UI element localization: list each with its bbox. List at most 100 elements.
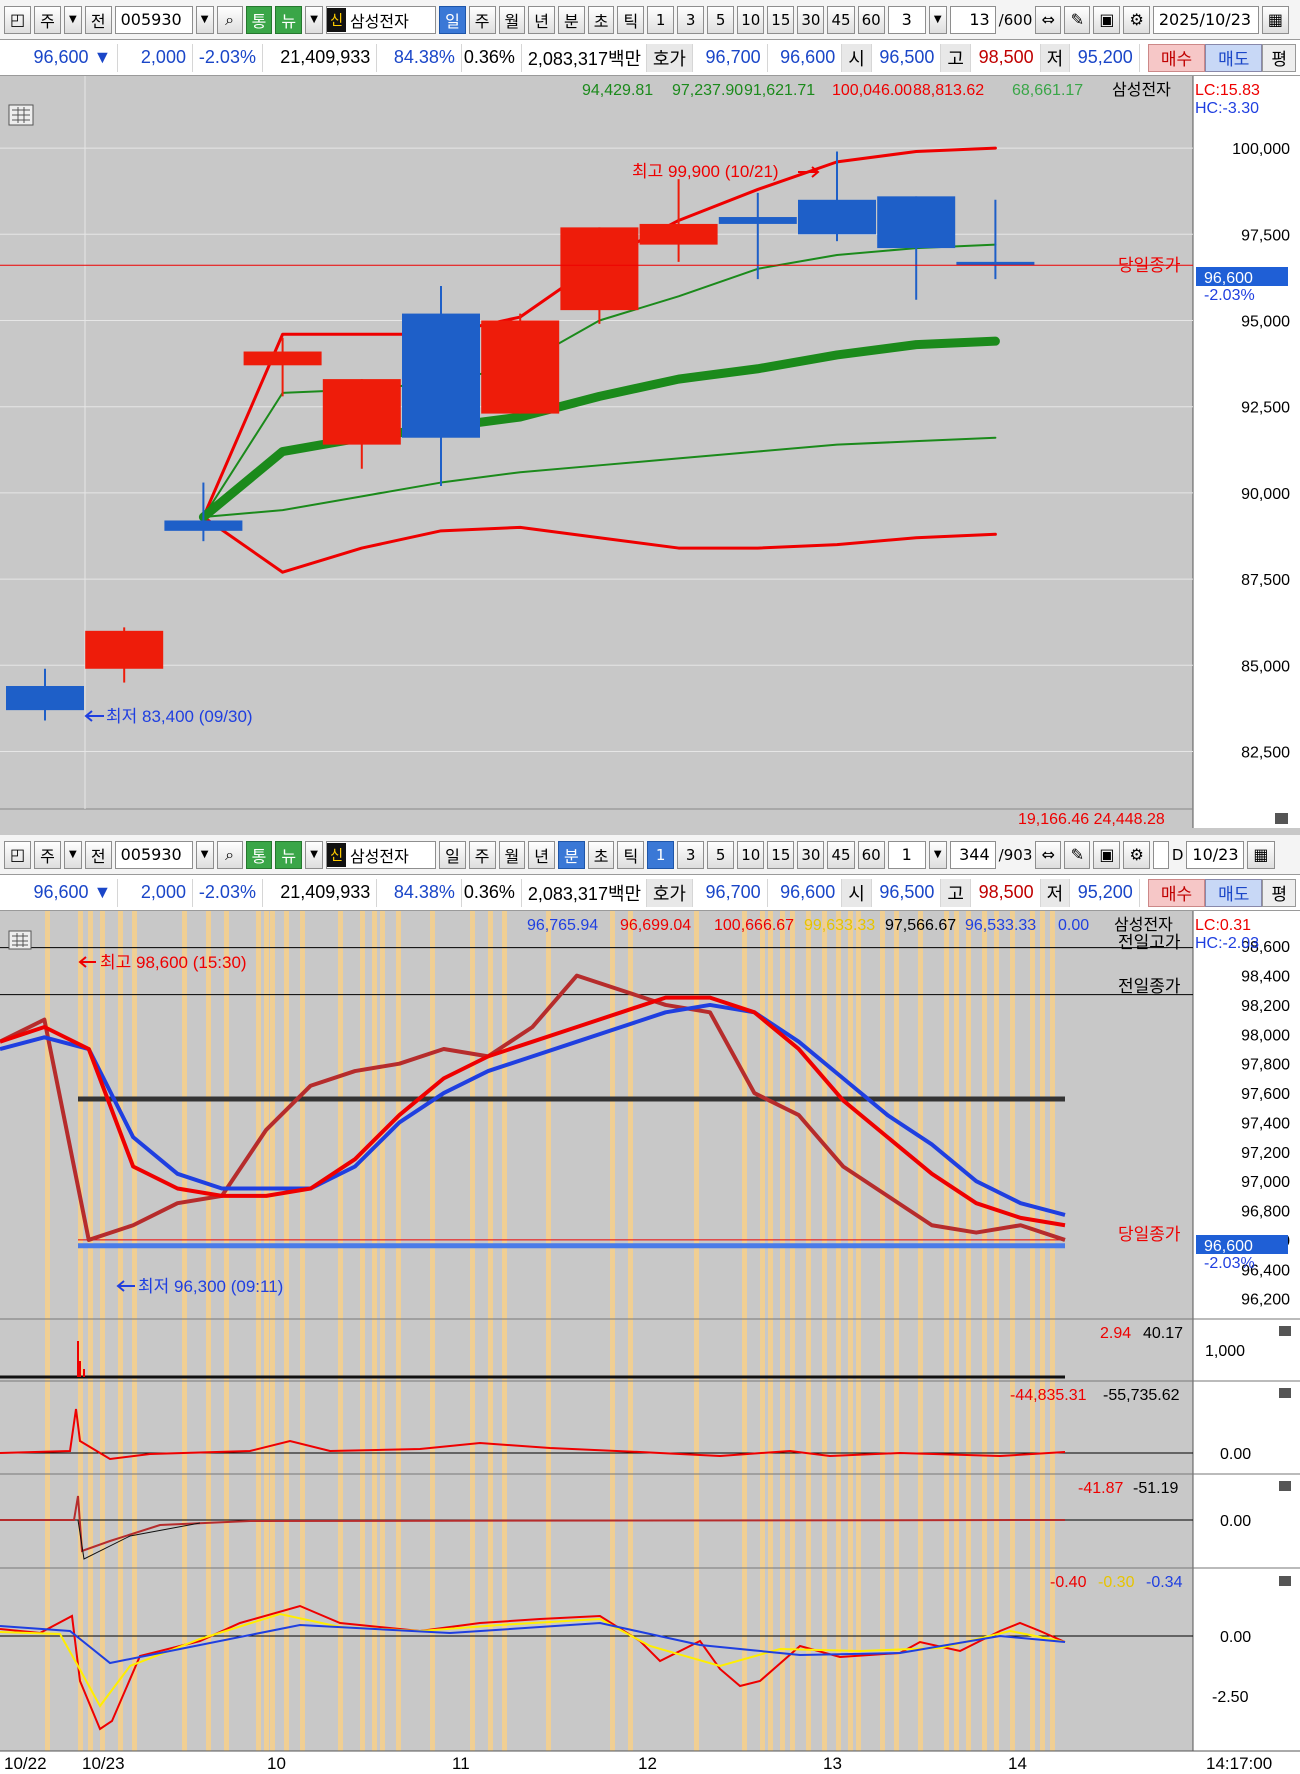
interval-3-2[interactable]: 3 (677, 840, 705, 869)
interval-3[interactable]: 3 (677, 5, 705, 34)
chevron-down-icon[interactable]: ▼ (63, 5, 82, 34)
period-week-2[interactable]: 주 (468, 840, 496, 869)
period-month-2[interactable]: 월 (498, 840, 526, 869)
avg-button-2[interactable]: 평 (1262, 878, 1297, 907)
gear-icon[interactable]: ⚙ (1123, 840, 1150, 869)
date-input-2[interactable]: 10/23 (1186, 840, 1245, 869)
candle-body[interactable] (85, 630, 164, 669)
search-icon[interactable]: ⌕ (216, 840, 243, 869)
tong-button[interactable]: 통 (245, 5, 273, 34)
code-dropdown-icon[interactable]: ▼ (195, 840, 214, 869)
close-icon[interactable] (1279, 1481, 1291, 1491)
period-day-2[interactable]: 일 (439, 840, 466, 869)
chevron-down-icon[interactable]: ▼ (63, 840, 82, 869)
d-checkbox[interactable] (1152, 840, 1169, 869)
interval-60[interactable]: 60 (857, 5, 885, 34)
interval-30-2[interactable]: 30 (797, 840, 825, 869)
period-year[interactable]: 년 (528, 5, 555, 34)
interval-5-2[interactable]: 5 (707, 840, 735, 869)
tong-button-2[interactable]: 통 (245, 840, 273, 869)
panel-icon[interactable]: ◰ (4, 5, 32, 34)
date-input[interactable]: 2025/10/23 (1152, 5, 1259, 34)
save-icon[interactable]: ▣ (1093, 5, 1121, 34)
news-button-2[interactable]: 뉴 (275, 840, 303, 869)
sell-button[interactable]: 매도 (1205, 43, 1263, 72)
period-second[interactable]: 초 (587, 5, 615, 34)
chart-background (0, 911, 1300, 1774)
table-toggle-icon[interactable] (8, 930, 32, 950)
interval-60-2[interactable]: 60 (857, 840, 885, 869)
period-tick[interactable]: 틱 (617, 5, 645, 34)
draw-icon[interactable]: ✎ (1064, 5, 1091, 34)
period-month[interactable]: 월 (498, 5, 526, 34)
candle-body[interactable] (164, 520, 243, 531)
daily-candlestick-chart[interactable]: 82,500 85,000 87,500 90,000 92,500 95,000 97,5… (0, 76, 1300, 828)
interval-5[interactable]: 5 (707, 5, 735, 34)
period-year-2[interactable]: 년 (528, 840, 555, 869)
interval-1[interactable]: 1 (647, 5, 675, 34)
close-icon[interactable] (1279, 1576, 1291, 1586)
type-selector[interactable]: 주 (34, 5, 61, 34)
type-selector-2[interactable]: 주 (34, 840, 61, 869)
minute-chart[interactable]: 96,20096,40096,60096,80097,00097,20097,4… (0, 911, 1300, 1774)
news-dropdown-icon[interactable]: ▼ (305, 840, 324, 869)
stock-name-field-2[interactable]: 신 삼성전자 (326, 840, 437, 869)
search-icon[interactable]: ⌕ (216, 5, 243, 34)
shade-band (338, 911, 343, 1751)
period-minute-2[interactable]: 분 (558, 840, 585, 869)
zoom-icon[interactable]: ⇔ (1035, 5, 1062, 34)
stock-name-field[interactable]: 신 삼성전자 (326, 5, 437, 34)
avg-button[interactable]: 평 (1262, 43, 1297, 72)
code-dropdown-icon[interactable]: ▼ (195, 5, 214, 34)
period-second-2[interactable]: 초 (587, 840, 615, 869)
candle-body[interactable] (6, 686, 84, 711)
candle-body[interactable] (243, 351, 322, 366)
news-dropdown-icon[interactable]: ▼ (305, 5, 324, 34)
interval-10-2[interactable]: 10 (737, 840, 765, 869)
zoom-icon[interactable]: ⇔ (1035, 840, 1062, 869)
save-icon[interactable]: ▣ (1093, 840, 1121, 869)
close-icon[interactable] (1279, 1326, 1291, 1336)
candle-body[interactable] (322, 379, 401, 445)
interval-15[interactable]: 15 (767, 5, 795, 34)
interval-input-2[interactable]: 1 (887, 840, 926, 869)
interval-dropdown-icon[interactable]: ▼ (928, 5, 947, 34)
interval-45[interactable]: 45 (827, 5, 855, 34)
close-icon[interactable] (1275, 813, 1288, 824)
period-minute[interactable]: 분 (558, 5, 585, 34)
interval-30[interactable]: 30 (797, 5, 825, 34)
period-tick-2[interactable]: 틱 (617, 840, 645, 869)
interval-1-2[interactable]: 1 (647, 840, 675, 869)
news-button[interactable]: 뉴 (275, 5, 303, 34)
period-day[interactable]: 일 (439, 5, 466, 34)
code-input-2[interactable]: 005930 (114, 840, 193, 869)
count-input[interactable]: 13 (949, 5, 996, 34)
period-week[interactable]: 주 (468, 5, 496, 34)
interval-input[interactable]: 3 (887, 5, 926, 34)
buy-button-2[interactable]: 매수 (1147, 878, 1206, 907)
calendar-icon[interactable]: ▦ (1261, 5, 1289, 34)
candle-body[interactable] (481, 320, 560, 414)
buy-button[interactable]: 매수 (1147, 43, 1206, 72)
panel-icon-2[interactable]: ◰ (4, 840, 32, 869)
candle-body[interactable] (956, 261, 1035, 266)
candle-body[interactable] (718, 217, 797, 224)
sell-button-2[interactable]: 매도 (1205, 878, 1263, 907)
calendar-icon[interactable]: ▦ (1247, 840, 1275, 869)
interval-15-2[interactable]: 15 (767, 840, 795, 869)
candle-body[interactable] (639, 223, 718, 245)
interval-10[interactable]: 10 (737, 5, 765, 34)
gear-icon[interactable]: ⚙ (1123, 5, 1150, 34)
prev-button-2[interactable]: 전 (84, 840, 112, 869)
interval-45-2[interactable]: 45 (827, 840, 855, 869)
candle-body[interactable] (402, 313, 480, 438)
candle-body[interactable] (798, 199, 876, 235)
candle-body[interactable] (877, 196, 956, 249)
interval-dropdown-icon[interactable]: ▼ (928, 840, 947, 869)
close-icon[interactable] (1279, 1388, 1291, 1398)
count-input-2[interactable]: 344 (949, 840, 996, 869)
code-input[interactable]: 005930 (114, 5, 193, 34)
candle-body[interactable] (560, 227, 639, 311)
prev-button[interactable]: 전 (84, 5, 112, 34)
draw-icon[interactable]: ✎ (1064, 840, 1091, 869)
